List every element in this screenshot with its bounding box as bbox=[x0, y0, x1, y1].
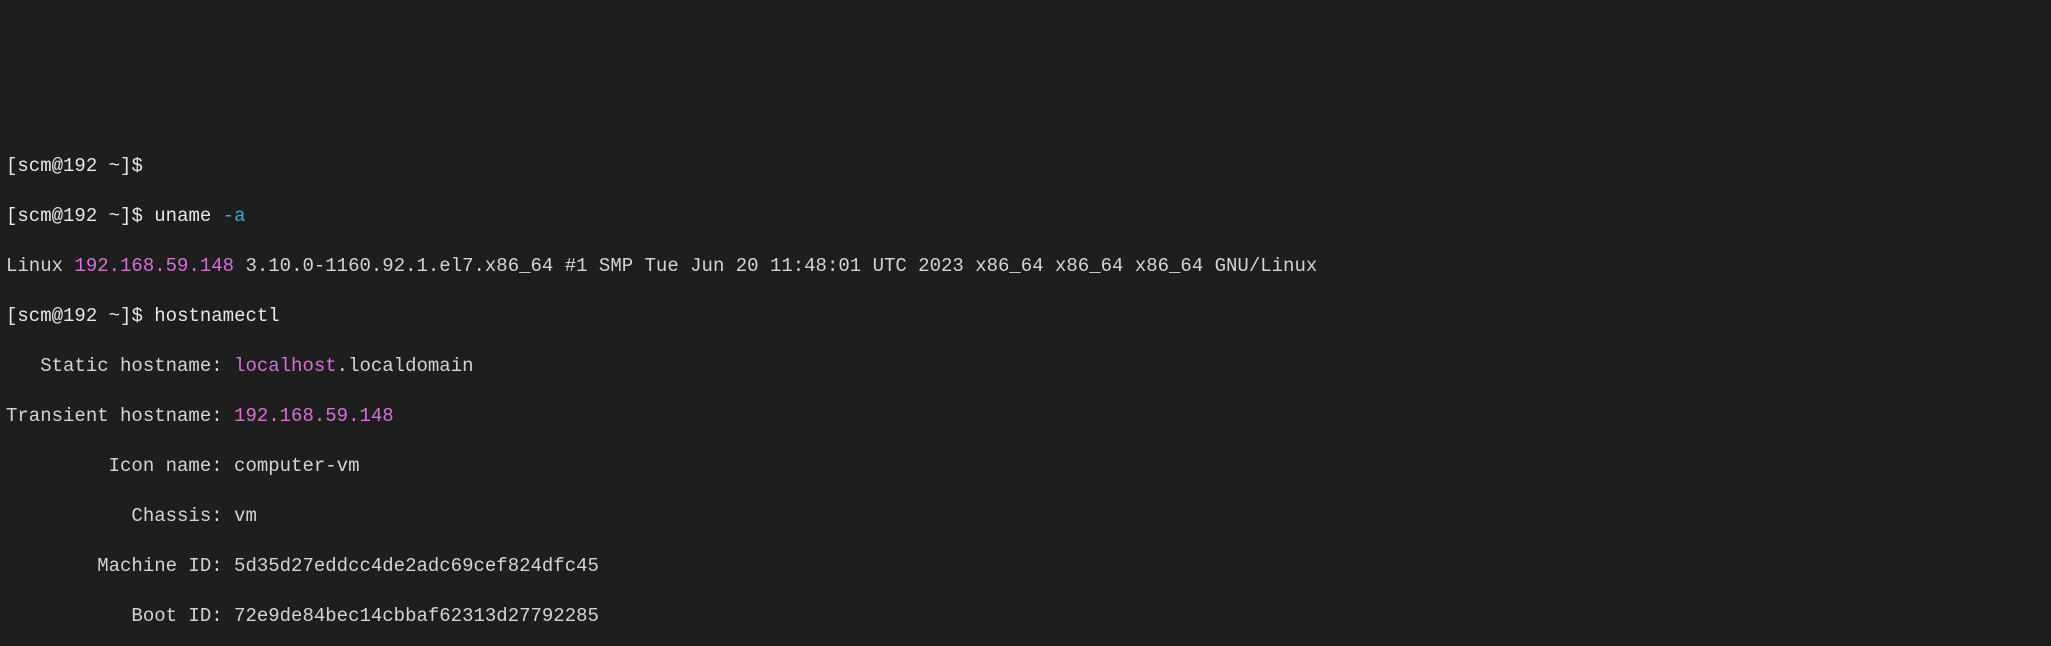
host-ip: 192.168.59.148 bbox=[74, 255, 234, 277]
transient-hostname-row: Transient hostname: 192.168.59.148 bbox=[6, 404, 2045, 429]
uname-arg: -a bbox=[223, 205, 246, 227]
hostnamectl-command-line: [scm@192 ~]$ hostnamectl bbox=[6, 304, 2045, 329]
terminal[interactable]: [scm@192 ~]$ [scm@192 ~]$ uname -a Linux… bbox=[0, 125, 2051, 646]
uname-command-line: [scm@192 ~]$ uname -a bbox=[6, 204, 2045, 229]
uname-output-line: Linux 192.168.59.148 3.10.0-1160.92.1.el… bbox=[6, 254, 2045, 279]
chassis-row: Chassis: vm bbox=[6, 504, 2045, 529]
uname-cmd: uname bbox=[154, 205, 211, 227]
hostnamectl-cmd: hostnamectl bbox=[154, 305, 279, 327]
machine-id-row: Machine ID: 5d35d27eddcc4de2adc69cef824d… bbox=[6, 554, 2045, 579]
boot-id-row: Boot ID: 72e9de84bec14cbbaf62313d2779228… bbox=[6, 604, 2045, 629]
prompt-empty-line: [scm@192 ~]$ bbox=[6, 154, 2045, 179]
static-hostname-row: Static hostname: localhost.localdomain bbox=[6, 354, 2045, 379]
icon-name-row: Icon name: computer-vm bbox=[6, 454, 2045, 479]
